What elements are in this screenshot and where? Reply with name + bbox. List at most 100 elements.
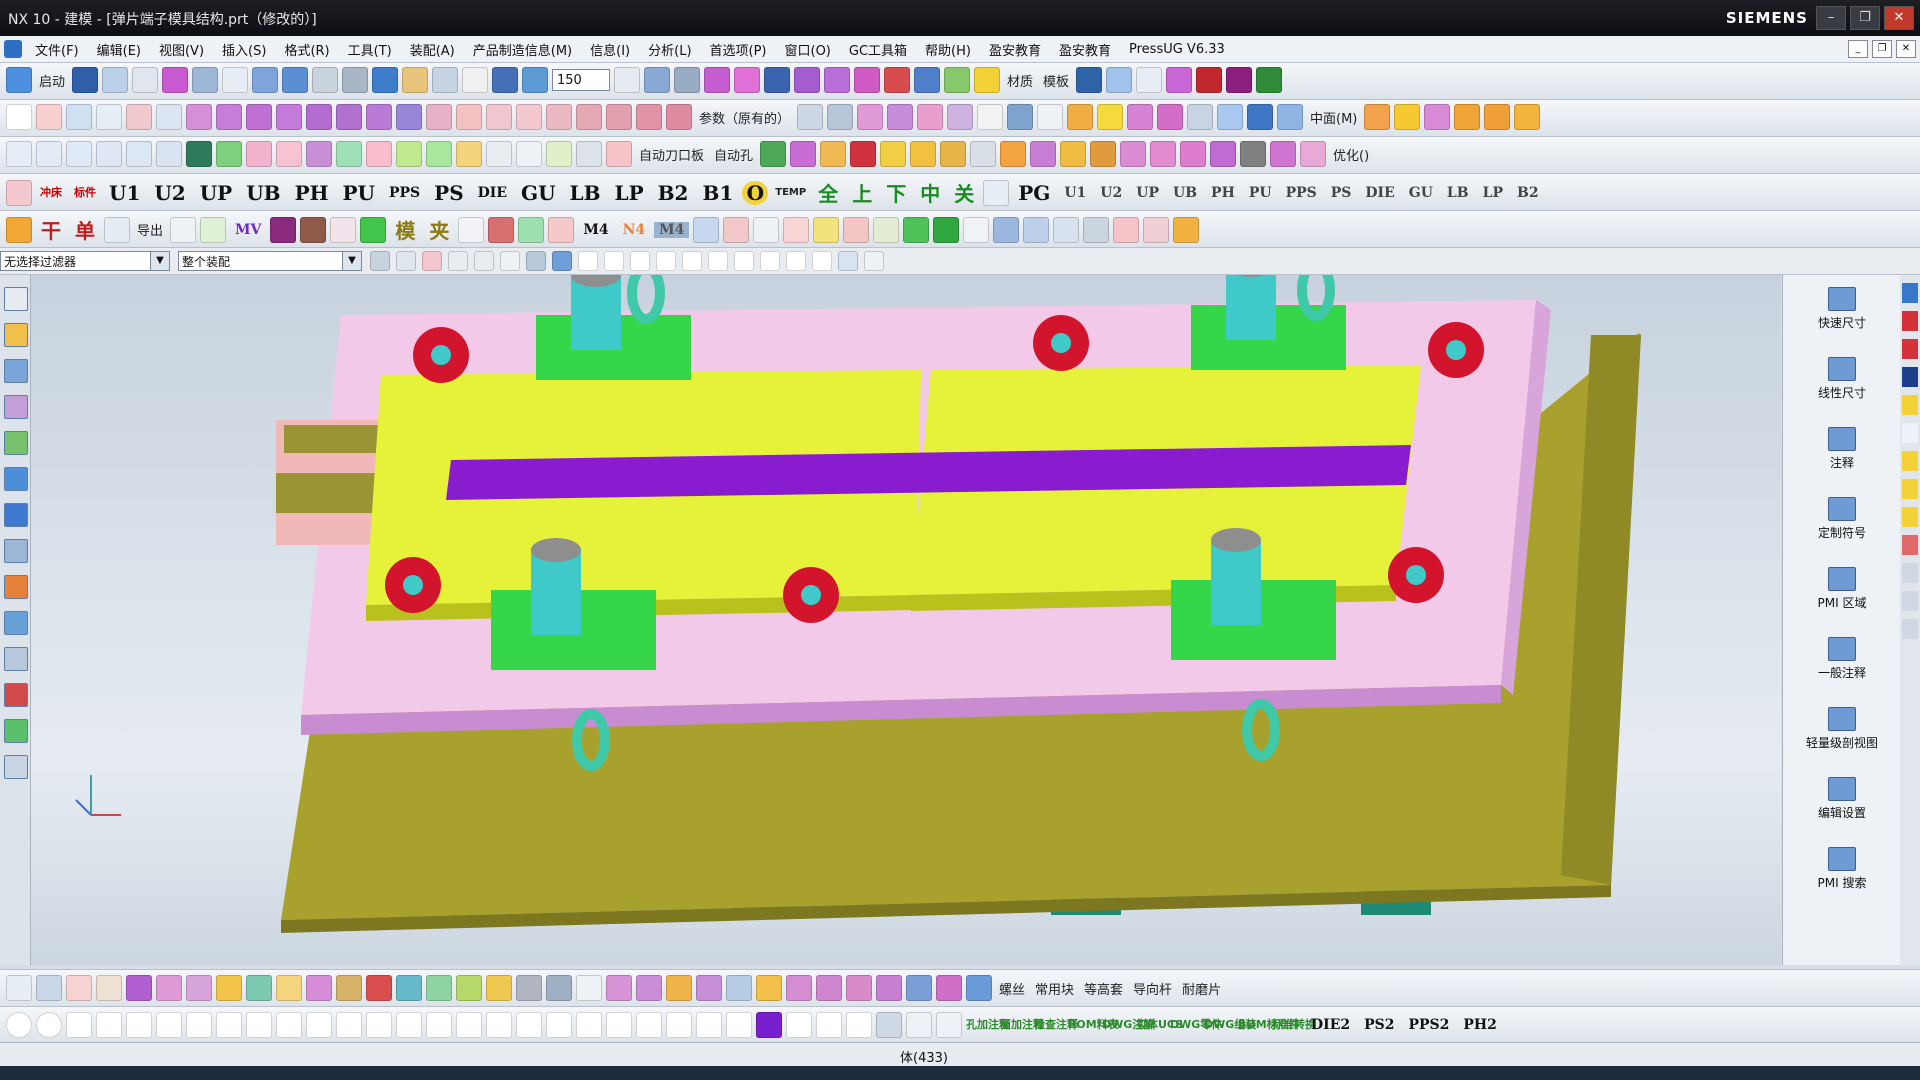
block-icon[interactable] bbox=[1067, 104, 1094, 130]
box5-icon[interactable] bbox=[1030, 141, 1057, 167]
trim-body-icon[interactable] bbox=[1187, 104, 1214, 130]
face-annotation-button[interactable]: 面加注释 bbox=[1000, 1019, 1044, 1031]
select-face-icon[interactable] bbox=[422, 251, 442, 271]
clamp-icon[interactable] bbox=[606, 141, 632, 167]
pmi-region-tool[interactable]: PMI 区域 bbox=[1783, 567, 1901, 611]
strip-tool-icon[interactable] bbox=[1902, 479, 1918, 499]
wave2-icon[interactable] bbox=[906, 975, 932, 1001]
spring-icon[interactable] bbox=[216, 141, 242, 167]
box4-icon[interactable] bbox=[1000, 141, 1027, 167]
lightweight-section-tool[interactable]: 轻量级剖视图 bbox=[1783, 707, 1901, 751]
strip-tool-icon[interactable] bbox=[1902, 339, 1918, 359]
extend-icon[interactable] bbox=[546, 104, 572, 130]
strip-tool-icon[interactable] bbox=[1902, 507, 1918, 527]
maximize-button[interactable]: ❐ bbox=[1850, 6, 1880, 30]
parallel-icon[interactable] bbox=[816, 1012, 842, 1038]
auto-die-plate-label[interactable]: 自动刀口板 bbox=[636, 145, 707, 164]
body-icon[interactable] bbox=[526, 251, 546, 271]
manual-icon[interactable] bbox=[4, 755, 28, 779]
draw-point-icon[interactable] bbox=[906, 1012, 932, 1038]
link-icon[interactable] bbox=[794, 67, 821, 93]
hd3d-icon[interactable] bbox=[4, 467, 28, 491]
pattern2-icon[interactable] bbox=[576, 1012, 602, 1038]
constraint-navigator-icon[interactable] bbox=[4, 359, 28, 383]
doc-close-button[interactable]: ✕ bbox=[1896, 40, 1916, 58]
curve-point-icon[interactable] bbox=[656, 251, 676, 271]
std-part-up-label[interactable]: 标件 bbox=[70, 186, 100, 199]
update-icon[interactable] bbox=[516, 141, 542, 167]
join-icon[interactable] bbox=[576, 104, 602, 130]
copy-icon[interactable] bbox=[222, 67, 249, 93]
doc-minimize-button[interactable]: _ bbox=[1848, 40, 1868, 58]
key-icon[interactable] bbox=[1196, 67, 1223, 93]
dry-button[interactable]: 干 bbox=[36, 215, 66, 244]
settings-icon[interactable] bbox=[4, 287, 28, 311]
circle-snap-icon[interactable] bbox=[36, 1012, 62, 1038]
t-icon[interactable] bbox=[1226, 67, 1253, 93]
fillet2-icon[interactable] bbox=[246, 1012, 272, 1038]
box11-icon[interactable] bbox=[1210, 141, 1237, 167]
menu-pressug[interactable]: PressUG V6.33 bbox=[1120, 42, 1234, 57]
redo-icon[interactable] bbox=[132, 67, 159, 93]
hole-annotation-button[interactable]: 孔加注释 bbox=[966, 1019, 1010, 1031]
thread-icon[interactable] bbox=[1514, 104, 1541, 130]
curve-length-icon[interactable] bbox=[666, 104, 692, 130]
plane-icon[interactable] bbox=[516, 975, 542, 1001]
tooth-icon[interactable] bbox=[723, 216, 750, 243]
offset-icon[interactable] bbox=[246, 104, 272, 130]
end-point-icon[interactable] bbox=[578, 251, 598, 271]
select-body-icon[interactable] bbox=[474, 251, 494, 271]
green-curve-icon[interactable] bbox=[786, 1012, 812, 1038]
select-icon[interactable] bbox=[162, 67, 189, 93]
render-icon[interactable] bbox=[312, 67, 339, 93]
pad2-icon[interactable] bbox=[186, 975, 212, 1001]
die-small-button[interactable]: DIE bbox=[1360, 185, 1399, 201]
ps2-button[interactable]: PS2 bbox=[1359, 1017, 1399, 1033]
magic-icon[interactable] bbox=[1166, 67, 1193, 93]
plate-b1-button[interactable]: B1 bbox=[697, 181, 738, 205]
strip-tool-icon[interactable] bbox=[1902, 395, 1918, 415]
menu-yingan-2[interactable]: 盈安教育 bbox=[1050, 40, 1120, 59]
arrange-icon[interactable] bbox=[1023, 216, 1050, 243]
sine-icon[interactable] bbox=[846, 1012, 872, 1038]
menu-window[interactable]: 窗口(O) bbox=[776, 40, 840, 59]
color-filter-icon[interactable] bbox=[1083, 216, 1110, 243]
view-icon[interactable] bbox=[282, 67, 309, 93]
lb-small-button[interactable]: LB bbox=[1442, 185, 1474, 201]
general-note-tool[interactable]: 一般注释 bbox=[1783, 637, 1901, 681]
box8-icon[interactable] bbox=[1120, 141, 1147, 167]
chamfer-icon[interactable] bbox=[516, 104, 542, 130]
reuse-library-icon[interactable] bbox=[4, 431, 28, 455]
pin-icon[interactable] bbox=[276, 141, 302, 167]
plate-ph-button[interactable]: PH bbox=[290, 181, 334, 205]
up-small-button[interactable]: UP bbox=[1131, 185, 1164, 201]
material-label[interactable]: 材质 bbox=[1004, 71, 1036, 90]
temp-button[interactable]: TEMP bbox=[772, 187, 809, 198]
screw-button[interactable]: 螺丝 bbox=[996, 979, 1028, 998]
close-all-button[interactable]: 关 bbox=[949, 178, 979, 207]
table-tool-icon[interactable] bbox=[216, 975, 242, 1001]
line-tool-icon[interactable] bbox=[36, 975, 62, 1001]
offset-curve-icon[interactable] bbox=[96, 1012, 122, 1038]
middle-button[interactable]: 中 bbox=[915, 178, 945, 207]
start-label[interactable]: 启动 bbox=[36, 71, 68, 90]
stretch-icon[interactable] bbox=[330, 216, 357, 243]
plate-pps-button[interactable]: PPS bbox=[384, 185, 425, 201]
menu-info[interactable]: 信息(I) bbox=[581, 40, 639, 59]
note-tool[interactable]: 注释 bbox=[1783, 427, 1901, 471]
mesh-icon[interactable] bbox=[827, 104, 854, 130]
bridge-icon[interactable] bbox=[216, 104, 242, 130]
purple-square-icon[interactable] bbox=[756, 1012, 782, 1038]
plus-icon[interactable] bbox=[96, 104, 122, 130]
axis-icon[interactable] bbox=[66, 104, 92, 130]
circle-icon[interactable] bbox=[126, 104, 152, 130]
pen-tool-icon[interactable] bbox=[66, 975, 92, 1001]
line2-icon[interactable] bbox=[186, 1012, 212, 1038]
box-icon[interactable] bbox=[977, 104, 1004, 130]
plate-die-button[interactable]: DIE bbox=[473, 185, 512, 201]
doc-restore-button[interactable]: ❐ bbox=[1872, 40, 1892, 58]
point-icon[interactable] bbox=[518, 216, 545, 243]
gear-icon[interactable] bbox=[760, 141, 787, 167]
pin2-icon[interactable] bbox=[426, 1012, 452, 1038]
o-ring-button[interactable]: O bbox=[742, 180, 769, 205]
